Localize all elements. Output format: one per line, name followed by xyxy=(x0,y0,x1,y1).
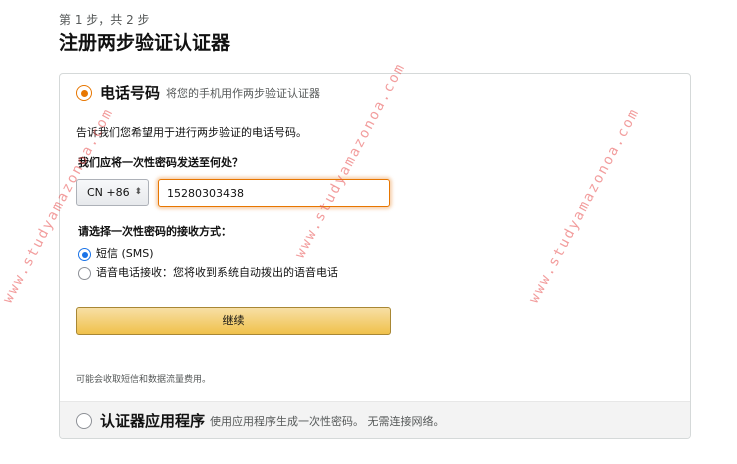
country-code-value: CN +86 xyxy=(87,186,130,199)
continue-button[interactable]: 继续 xyxy=(76,307,391,335)
app-option-radio[interactable] xyxy=(76,413,92,429)
app-option-description: 使用应用程序生成一次性密码。 无需连接网络。 xyxy=(210,415,445,428)
receive-method-label: 请选择一次性密码的接收方式： xyxy=(78,225,232,238)
phone-number-input[interactable] xyxy=(158,179,390,207)
app-option-row[interactable]: 认证器应用程序 使用应用程序生成一次性密码。 无需连接网络。 xyxy=(60,401,690,438)
app-option-title[interactable]: 认证器应用程序 xyxy=(100,411,205,431)
voice-call-label[interactable]: 语音电话接收：您将收到系统自动拨出的语音电话 xyxy=(96,265,338,281)
phone-intro-text: 告诉我们您希望用于进行两步验证的电话号码。 xyxy=(76,126,307,139)
sms-label[interactable]: 短信 (SMS) xyxy=(96,246,154,262)
step-indicator: 第 1 步，共 2 步 xyxy=(59,13,150,27)
sms-radio[interactable] xyxy=(78,248,91,261)
voice-call-radio[interactable] xyxy=(78,267,91,280)
phone-option-title[interactable]: 电话号码 xyxy=(100,83,160,103)
page-title: 注册两步验证认证器 xyxy=(59,32,231,54)
fee-note: 可能会收取短信和数据流量费用。 xyxy=(76,375,212,385)
country-code-select[interactable]: CN +86 ⬍ xyxy=(76,179,149,206)
authenticator-card: 电话号码 将您的手机用作两步验证认证器 告诉我们您希望用于进行两步验证的电话号码… xyxy=(59,73,691,439)
send-destination-label: 我们应将一次性密码发送至何处？ xyxy=(78,156,243,169)
updown-caret-icon: ⬍ xyxy=(134,187,142,197)
phone-option-radio[interactable] xyxy=(76,85,92,101)
phone-option-description: 将您的手机用作两步验证认证器 xyxy=(166,87,320,100)
